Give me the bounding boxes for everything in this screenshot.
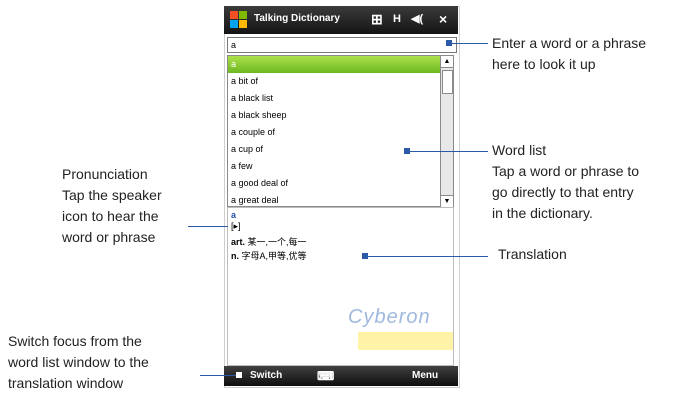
keyboard-icon[interactable]: ⌨ — [317, 366, 334, 386]
list-item[interactable]: a bit of — [228, 73, 440, 90]
list-item[interactable]: a — [228, 56, 440, 73]
windows-logo-icon[interactable] — [230, 11, 248, 29]
definition-line: n. 字母A,甲等,优等 — [231, 249, 307, 262]
definition-text: 某一,一个,每一 — [247, 237, 307, 247]
callout-line — [200, 375, 238, 376]
volume-icon[interactable]: ◀( — [411, 9, 423, 29]
list-item[interactable]: a great deal — [228, 192, 440, 206]
switch-callout: Switch focus from the word list window t… — [8, 333, 149, 391]
callout-line — [452, 43, 488, 44]
definition-line: art. 某一,一个,每一 — [231, 235, 307, 248]
list-item[interactable]: a black list — [228, 90, 440, 107]
search-callout: Enter a word or a phrase here to look it… — [492, 35, 647, 72]
list-item[interactable]: a couple of — [228, 124, 440, 141]
callout-line — [410, 151, 488, 152]
signal-icon[interactable]: H — [393, 9, 401, 29]
keyboard-status-icon[interactable]: ⊞ — [371, 9, 383, 29]
app-title: Talking Dictionary — [254, 13, 340, 24]
translation-callout: Translation — [498, 246, 567, 262]
scroll-down-icon[interactable]: ▼ — [441, 195, 453, 207]
part-of-speech: art. — [231, 237, 246, 247]
speaker-icon[interactable]: [▸] — [231, 221, 241, 232]
switch-button[interactable]: Switch — [250, 366, 282, 386]
callout-line — [188, 226, 228, 227]
list-scrollbar[interactable]: ▲ ▼ — [440, 55, 454, 208]
list-item[interactable]: a black sheep — [228, 107, 440, 124]
list-item[interactable]: a good deal of — [228, 175, 440, 192]
pronunciation-callout: Pronunciation Tap the speaker icon to he… — [62, 166, 162, 245]
scroll-thumb[interactable] — [442, 70, 453, 94]
scroll-up-icon[interactable]: ▲ — [441, 56, 453, 68]
list-item[interactable]: a few — [228, 158, 440, 175]
word-list: a a bit of a black list a black sheep a … — [227, 55, 441, 207]
cyberon-logo: Cyberon — [348, 306, 431, 328]
status-icons: ⊞ H ◀( × — [371, 9, 455, 29]
close-icon[interactable]: × — [439, 9, 447, 29]
callout-line — [368, 256, 488, 257]
logo-banner — [358, 332, 453, 350]
callout-marker — [236, 372, 242, 378]
word-list-callout: Word list Tap a word or phrase to go dir… — [492, 142, 640, 221]
menu-bar: Switch ⌨ Menu — [224, 366, 458, 386]
search-input[interactable]: a — [227, 37, 457, 53]
headword: a — [231, 210, 237, 220]
definition-text: 字母A,甲等,优等 — [241, 251, 307, 261]
part-of-speech: n. — [231, 251, 239, 261]
menu-button[interactable]: Menu — [412, 366, 438, 386]
